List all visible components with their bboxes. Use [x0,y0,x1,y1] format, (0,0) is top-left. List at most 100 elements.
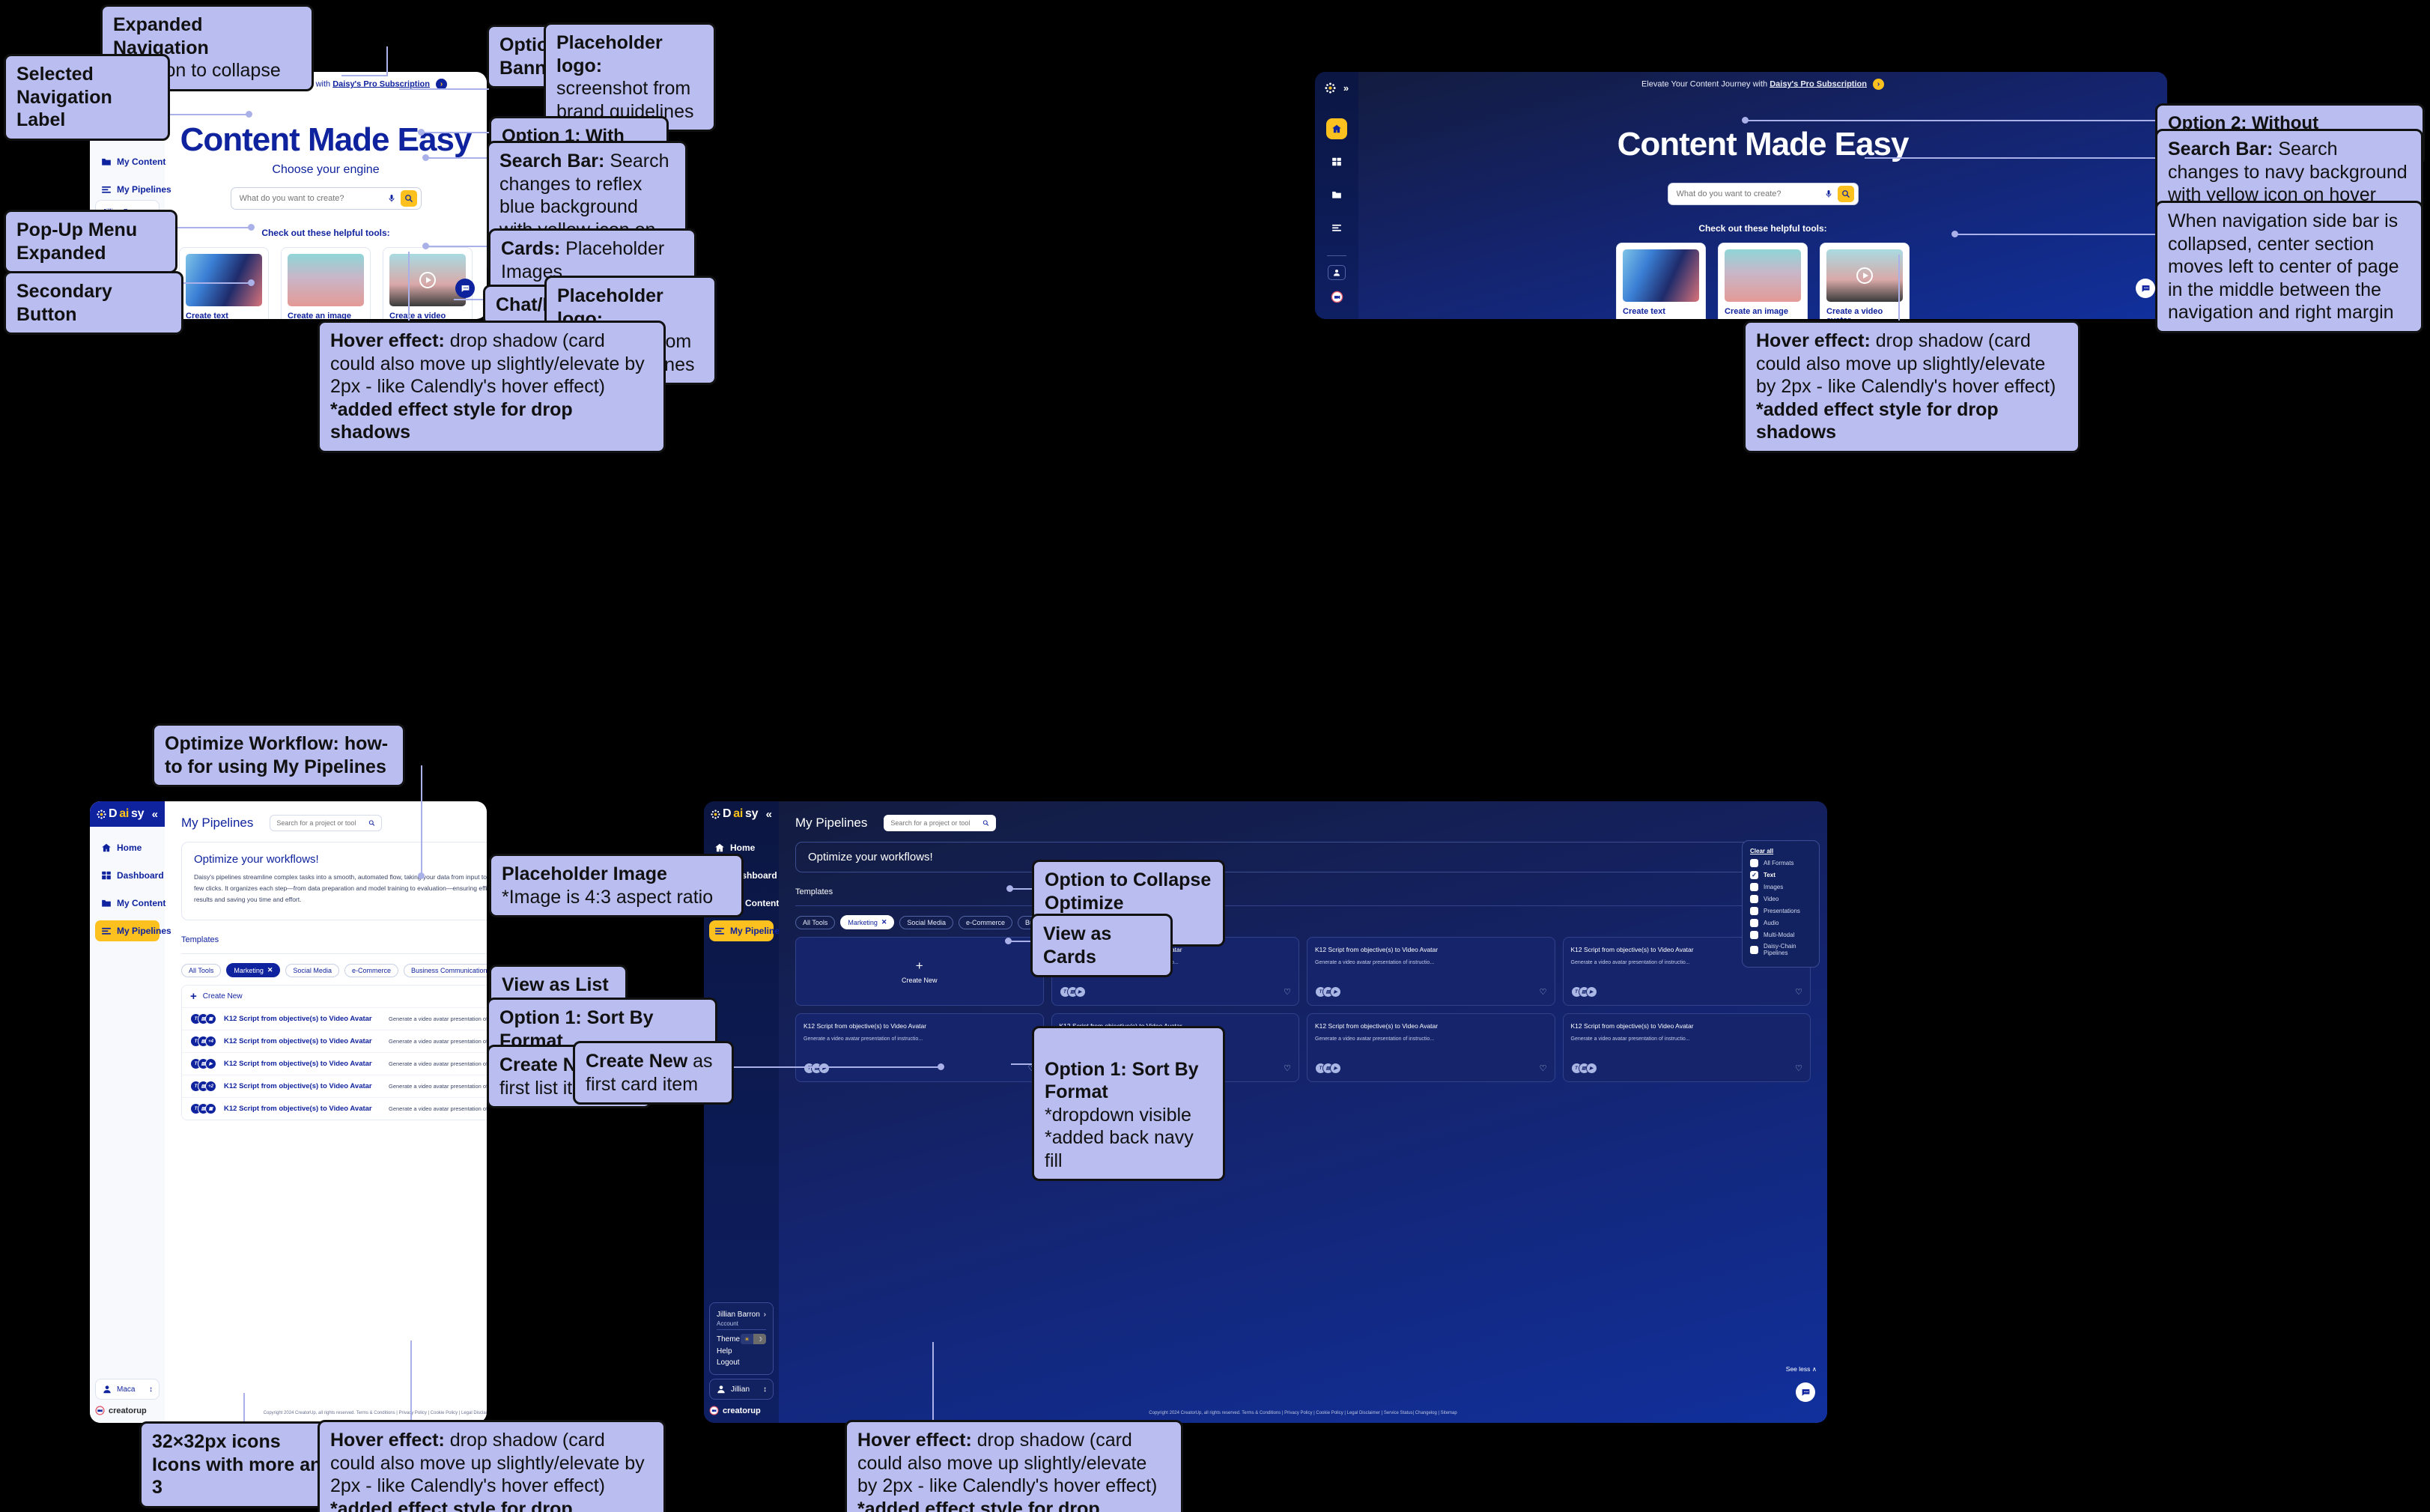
favorite-heart-icon[interactable]: ♡ [1540,1063,1547,1073]
favorite-heart-icon[interactable]: ♡ [1540,987,1547,997]
banner-link[interactable]: Daisy's Pro Subscription [1770,79,1867,88]
close-icon[interactable]: ✕ [267,966,273,974]
sidebar-item-my-pipelines[interactable]: My Pipelines [95,179,171,200]
expand-nav-icon[interactable]: » [1343,82,1349,94]
table-row[interactable]: T ▤ ▶ K12 Script from objective(s) to Vide… [182,1053,487,1075]
tool-cards-dark: Create text Generate text from a topic a… [1616,243,1910,319]
template-card[interactable]: K12 Script from objective(s) to Video Av… [1307,937,1555,1006]
search-icon[interactable] [982,819,989,827]
person-icon [1334,270,1340,276]
chip-ecommerce[interactable]: e-Commerce [958,915,1012,929]
tool-card[interactable]: Create a video avatar Generate a video a… [1820,243,1910,319]
create-new-list-item[interactable]: + Create New [182,986,487,1008]
banner-arrow-icon[interactable]: › [1873,79,1885,90]
collapse-nav-icon[interactable]: « [766,809,772,820]
search-button[interactable] [400,190,417,207]
theme-toggle[interactable]: ☀ ☽ [741,1334,766,1344]
template-card[interactable]: K12 Script from objective(s) to Video Av… [795,1013,1044,1082]
chip-social-media[interactable]: Social Media [285,963,339,977]
filter-option-multi-modal[interactable]: Multi-Modal [1750,931,1811,939]
search-input[interactable] [239,194,387,203]
chip-social-media[interactable]: Social Media [899,915,953,929]
create-new-card[interactable]: + Create New [795,937,1044,1006]
table-row[interactable]: T ▤ ▣ K12 Script from objective(s) to Vide… [182,1008,487,1030]
checkbox[interactable] [1750,907,1758,915]
checkbox[interactable] [1750,859,1758,867]
filter-option-audio[interactable]: Audio [1750,919,1811,927]
project-search[interactable] [270,815,383,831]
checkbox[interactable] [1750,931,1758,939]
popup-theme-row[interactable]: Theme ☀ ☽ [717,1332,766,1346]
checkbox[interactable] [1750,919,1758,927]
filter-option-all-formats[interactable]: All Formats [1750,859,1811,867]
search-button[interactable] [1837,186,1854,202]
microphone-icon[interactable] [1824,189,1833,198]
collapse-nav-icon[interactable]: « [152,809,158,820]
sidebar-item-my-content[interactable]: My Content [95,151,165,172]
sidebar-item-my-pipelines[interactable] [1326,217,1347,238]
search-icon[interactable] [368,819,375,827]
user-secondary-button[interactable]: Jillian ↕ [709,1379,774,1400]
sidebar-item-home[interactable] [1326,118,1347,139]
chip-all-tools[interactable]: All Tools [795,915,836,929]
tool-card[interactable]: Create an image Generate an image or pho… [1718,243,1808,319]
user-secondary-button[interactable]: Maca ↕ [95,1379,160,1400]
chip-marketing[interactable]: Marketing ✕ [226,963,281,977]
popup-logout-row[interactable]: Logout [717,1357,766,1368]
popup-user-row[interactable]: Jillian Barron › [717,1309,766,1320]
user-icon-button[interactable] [1328,265,1346,280]
play-icon[interactable] [1856,267,1873,284]
optimize-workflows-panel-collapsed[interactable]: Optimize your workflows! ∨ [795,842,1811,872]
see-more-button[interactable]: See more ∨ [181,1126,487,1135]
favorite-heart-icon[interactable]: ♡ [1795,1063,1802,1073]
sidebar-item-dashboard[interactable]: Dashboard [95,865,164,886]
table-row[interactable]: T ▤ ▣ K12 Script from objective(s) to Vide… [182,1098,487,1120]
card-title: Create an image [288,312,351,319]
sidebar-item-my-content[interactable]: My Content [95,893,165,914]
tool-card[interactable]: Create an image Transform text into stun… [281,247,371,319]
table-row[interactable]: T ▤ +4 K12 Script from objective(s) to Vid… [182,1030,487,1053]
logo-sy: sy [131,807,145,820]
chat-help-button[interactable] [2136,279,2155,298]
search-bar[interactable] [230,187,422,210]
favorite-heart-icon[interactable]: ♡ [1795,987,1802,997]
chip-marketing[interactable]: Marketing ✕ [840,915,895,929]
favorite-heart-icon[interactable]: ♡ [1284,987,1291,997]
chip-business-communications[interactable]: Business Communications [403,963,487,977]
filter-option-images[interactable]: Images [1750,883,1811,891]
table-row[interactable]: T ▤ +2 K12 Script from objective(s) to Vid… [182,1075,487,1098]
checkbox[interactable] [1750,883,1758,891]
tool-card[interactable]: Create text Generate text from a topic a… [1616,243,1706,319]
checkbox-checked[interactable]: ✓ [1750,871,1758,879]
clear-all-link[interactable]: Clear all [1750,848,1811,854]
close-icon[interactable]: ✕ [881,918,887,926]
filter-option-video[interactable]: Video [1750,895,1811,903]
filter-option-presentations[interactable]: Presentations [1750,907,1811,915]
project-search[interactable] [884,815,997,831]
search-bar[interactable] [1667,183,1859,205]
favorite-heart-icon[interactable]: ♡ [1284,1063,1291,1073]
chip-ecommerce[interactable]: e-Commerce [344,963,398,977]
filter-option-daisy-chain-pipelines[interactable]: Daisy-Chain Pipelines [1750,943,1811,956]
see-less-button[interactable]: See less ∧ [1786,1365,1817,1373]
checkbox[interactable] [1750,945,1758,954]
template-card[interactable]: K12 Script from objective(s) to Video Av… [1307,1013,1555,1082]
popup-help-row[interactable]: Help [717,1346,766,1357]
sidebar-item-my-pipelines[interactable]: My Pipelines [95,920,171,941]
sidebar-item-dashboard[interactable] [1326,151,1347,172]
microphone-icon[interactable] [387,194,396,203]
chip-all-tools[interactable]: All Tools [181,963,222,977]
search-input[interactable] [1676,189,1824,198]
sidebar-item-my-pipelines[interactable]: My Pipelines [709,920,785,941]
project-search-input[interactable] [276,819,365,827]
sidebar-item-my-content[interactable] [1326,184,1347,205]
project-search-input[interactable] [890,819,979,827]
filter-option-text[interactable]: ✓ Text [1750,871,1811,879]
checkbox[interactable] [1750,895,1758,903]
play-icon[interactable] [419,272,436,288]
sidebar-item-home[interactable]: Home [95,837,160,858]
template-card[interactable]: K12 Script from objective(s) to Video Av… [1562,1013,1811,1082]
chat-help-button[interactable] [455,279,475,298]
banner-link[interactable]: Daisy's Pro Subscription [332,79,430,88]
chat-help-button[interactable] [1796,1382,1815,1402]
